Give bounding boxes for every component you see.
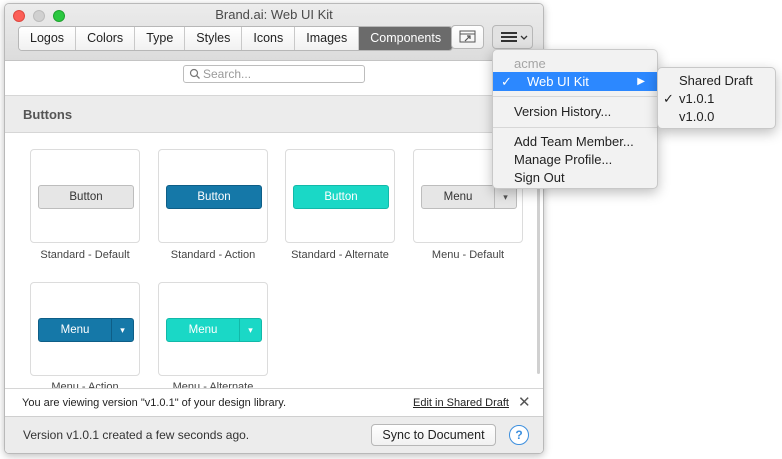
help-icon[interactable]: ? — [509, 425, 529, 445]
main-dropdown-menu: acme ✓ Web UI Kit ▶ Version History... A… — [492, 49, 658, 189]
menu-item-manage-profile[interactable]: Manage Profile... — [493, 150, 657, 169]
component-card-standard-default[interactable]: Button — [30, 149, 140, 243]
sync-to-document-button[interactable]: Sync to Document — [371, 424, 496, 446]
component-menu-preview: Menu ▾ — [166, 318, 262, 342]
submenu-arrow-icon: ▶ — [637, 76, 645, 87]
component-menu-preview: Menu ▾ — [38, 318, 134, 342]
version-submenu: Shared Draft ✓ v1.0.1 v1.0.0 — [657, 67, 776, 129]
chevron-down-icon: ▾ — [111, 319, 133, 341]
submenu-item-v1-0-0[interactable]: v1.0.0 — [658, 107, 775, 126]
title-bar: Brand.ai: Web UI Kit Logos Colors Type S… — [5, 4, 543, 61]
window-share-icon — [459, 30, 476, 43]
submenu-item-v1-0-1[interactable]: ✓ v1.0.1 — [658, 89, 775, 108]
component-label: Menu - Default — [431, 249, 505, 261]
menu-item-org: acme — [514, 56, 546, 71]
submenu-item-label: v1.0.1 — [679, 91, 715, 106]
main-menu-button[interactable] — [492, 25, 533, 49]
main-content: Search... Buttons Button Standard - Defa… — [5, 61, 543, 453]
menu-item-version-history[interactable]: Version History... — [493, 102, 657, 121]
component-button-preview: Button — [166, 185, 262, 209]
component-button-preview: Button — [38, 185, 134, 209]
component-card-standard-alternate[interactable]: Button — [285, 149, 395, 243]
section-header: Buttons — [5, 95, 543, 133]
menu-item-add-team-member[interactable]: Add Team Member... — [493, 132, 657, 151]
version-notice-message: You are viewing version "v1.0.1" of your… — [22, 397, 287, 409]
component-label: Standard - Action — [170, 249, 256, 261]
component-label: Standard - Alternate — [291, 249, 389, 261]
menu-item-sign-out[interactable]: Sign Out — [493, 168, 657, 187]
component-card-menu-alternate[interactable]: Menu ▾ — [158, 282, 268, 376]
component-card-menu-action[interactable]: Menu ▾ — [30, 282, 140, 376]
chevron-down-icon: ▾ — [239, 319, 261, 341]
menu-button-label: Menu — [443, 191, 473, 203]
menu-button-label: Menu — [188, 324, 218, 336]
close-icon[interactable]: ✕ — [518, 393, 531, 411]
menu-separator — [493, 96, 657, 97]
search-icon — [189, 68, 200, 79]
tab-styles[interactable]: Styles — [185, 27, 243, 50]
menu-item-library-label: Web UI Kit — [527, 74, 589, 89]
checkmark-icon: ✓ — [663, 91, 674, 106]
search-placeholder: Search... — [203, 67, 252, 81]
component-card-standard-action[interactable]: Button — [158, 149, 268, 243]
edit-in-shared-draft-link[interactable]: Edit in Shared Draft — [413, 397, 509, 409]
status-text: Version v1.0.1 created a few seconds ago… — [23, 428, 250, 442]
section-title: Buttons — [23, 107, 73, 122]
menu-separator — [493, 127, 657, 128]
component-label: Standard - Default — [40, 249, 130, 261]
tab-images[interactable]: Images — [295, 27, 360, 50]
tab-logos[interactable]: Logos — [19, 27, 77, 50]
component-button-preview: Button — [293, 185, 389, 209]
tab-type[interactable]: Type — [135, 27, 186, 50]
status-bar: Version v1.0.1 created a few seconds ago… — [5, 416, 543, 453]
version-notice-bar: You are viewing version "v1.0.1" of your… — [5, 388, 543, 416]
share-window-button[interactable] — [451, 25, 484, 49]
tab-icons[interactable]: Icons — [242, 27, 296, 50]
tab-bar: Logos Colors Type Styles Icons Images Co… — [18, 26, 454, 51]
chevron-down-icon: ▾ — [494, 186, 516, 208]
window-title: Brand.ai: Web UI Kit — [215, 7, 333, 22]
tab-colors[interactable]: Colors — [76, 27, 136, 50]
menu-item-library[interactable]: ✓ Web UI Kit ▶ — [493, 72, 657, 91]
tab-components[interactable]: Components — [359, 27, 453, 50]
hamburger-menu-icon — [501, 32, 528, 42]
submenu-item-shared-draft[interactable]: Shared Draft — [658, 71, 775, 90]
search-input[interactable]: Search... — [183, 65, 365, 83]
app-window: Brand.ai: Web UI Kit Logos Colors Type S… — [4, 3, 544, 454]
menu-button-label: Menu — [60, 324, 90, 336]
checkmark-icon: ✓ — [501, 74, 512, 89]
